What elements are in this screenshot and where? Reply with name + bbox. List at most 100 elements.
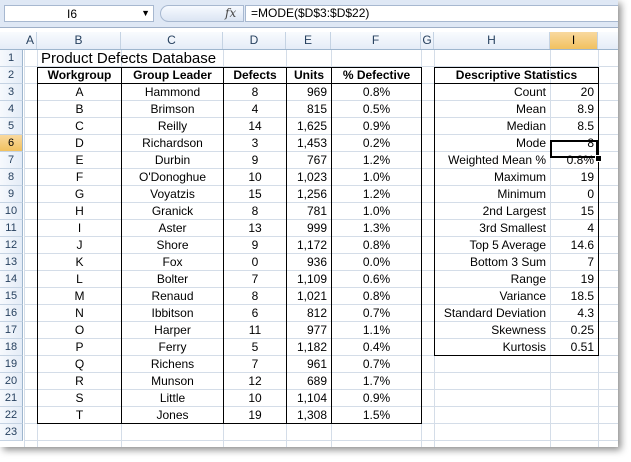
stat-label[interactable]: 2nd Largest xyxy=(435,203,550,220)
table-cell[interactable]: M xyxy=(38,288,121,305)
column-header-f[interactable]: F xyxy=(331,32,421,49)
row-header-23[interactable]: 23 xyxy=(0,424,23,441)
table-cell[interactable]: H xyxy=(38,203,121,220)
row-header-1[interactable]: 1 xyxy=(0,50,23,67)
table-cell[interactable]: 6 xyxy=(224,305,286,322)
table-cell[interactable]: 10 xyxy=(224,169,286,186)
table-cell[interactable]: 1,021 xyxy=(287,288,331,305)
table-cell[interactable]: Richens xyxy=(122,356,223,373)
row-header-12[interactable]: 12 xyxy=(0,237,23,254)
table-cell[interactable]: B xyxy=(38,101,121,118)
table-cell[interactable]: 14 xyxy=(224,118,286,135)
row-header-17[interactable]: 17 xyxy=(0,322,23,339)
stat-value[interactable]: 7 xyxy=(551,254,598,271)
row-header-9[interactable]: 9 xyxy=(0,186,23,203)
table-cell[interactable]: P xyxy=(38,339,121,356)
stat-label[interactable]: Bottom 3 Sum xyxy=(435,254,550,271)
formula-input[interactable]: =MODE($D$3:$D$22) xyxy=(245,5,618,22)
table-cell[interactable]: 1,109 xyxy=(287,271,331,288)
stat-value[interactable]: 14.6 xyxy=(551,237,598,254)
table-cell[interactable]: L xyxy=(38,271,121,288)
table-cell[interactable]: 0.0% xyxy=(332,254,421,271)
stat-value[interactable]: 4.3 xyxy=(551,305,598,322)
table-cell[interactable]: 936 xyxy=(287,254,331,271)
table-cell[interactable]: 0.8% xyxy=(332,237,421,254)
table-cell[interactable]: 767 xyxy=(287,152,331,169)
table-cell[interactable]: 7 xyxy=(224,271,286,288)
table-cell[interactable]: O xyxy=(38,322,121,339)
table-cell[interactable]: Harper xyxy=(122,322,223,339)
stat-label[interactable]: Kurtosis xyxy=(435,339,550,356)
row-header-18[interactable]: 18 xyxy=(0,339,23,356)
table-cell[interactable]: Reilly xyxy=(122,118,223,135)
table-cell[interactable]: 8 xyxy=(224,203,286,220)
stat-label[interactable]: Maximum xyxy=(435,169,550,186)
table-cell[interactable]: 1.1% xyxy=(332,322,421,339)
stat-label[interactable]: Variance xyxy=(435,288,550,305)
table-cell[interactable]: 0.8% xyxy=(332,288,421,305)
column-header-i[interactable]: I xyxy=(550,32,598,49)
stat-value[interactable]: 0.51 xyxy=(551,339,598,356)
table-cell[interactable]: 977 xyxy=(287,322,331,339)
table-cell[interactable]: 0 xyxy=(224,254,286,271)
table-cell[interactable]: 19 xyxy=(224,407,286,424)
table-cell[interactable]: 969 xyxy=(287,84,331,101)
stat-label[interactable]: Weighted Mean % xyxy=(435,152,550,169)
stat-label[interactable]: Top 5 Average xyxy=(435,237,550,254)
table-cell[interactable]: 0.7% xyxy=(332,305,421,322)
table-cell[interactable]: 1,023 xyxy=(287,169,331,186)
table-cell[interactable]: 1.2% xyxy=(332,186,421,203)
table-cell[interactable]: 689 xyxy=(287,373,331,390)
fx-icon[interactable]: fx xyxy=(225,6,236,20)
column-header-b[interactable]: B xyxy=(37,32,121,49)
fill-handle[interactable] xyxy=(595,155,602,162)
stat-value[interactable]: 0 xyxy=(551,186,598,203)
table-cell[interactable]: 1,453 xyxy=(287,135,331,152)
table-cell[interactable]: 1,104 xyxy=(287,390,331,407)
table-cell[interactable]: Aster xyxy=(122,220,223,237)
table-cell[interactable]: 0.9% xyxy=(332,390,421,407)
column-label-3[interactable]: Units xyxy=(287,67,331,84)
stat-label[interactable]: Mode xyxy=(435,135,550,152)
stat-value[interactable]: 19 xyxy=(551,271,598,288)
row-header-11[interactable]: 11 xyxy=(0,220,23,237)
stat-label[interactable]: Mean xyxy=(435,101,550,118)
row-header-7[interactable]: 7 xyxy=(0,152,23,169)
column-header-c[interactable]: C xyxy=(121,32,223,49)
table-cell[interactable]: K xyxy=(38,254,121,271)
table-cell[interactable]: Shore xyxy=(122,237,223,254)
table-cell[interactable]: Little xyxy=(122,390,223,407)
table-cell[interactable]: 1,625 xyxy=(287,118,331,135)
table-cell[interactable]: 3 xyxy=(224,135,286,152)
table-cell[interactable]: 961 xyxy=(287,356,331,373)
column-header-e[interactable]: E xyxy=(286,32,331,49)
table-cell[interactable]: R xyxy=(38,373,121,390)
table-cell[interactable]: 1,308 xyxy=(287,407,331,424)
stat-label[interactable]: Count xyxy=(435,84,550,101)
table-cell[interactable]: O'Donoghue xyxy=(122,169,223,186)
table-cell[interactable]: 0.9% xyxy=(332,118,421,135)
table-cell[interactable]: F xyxy=(38,169,121,186)
column-header-d[interactable]: D xyxy=(223,32,286,49)
table-cell[interactable]: 15 xyxy=(224,186,286,203)
table-cell[interactable]: T xyxy=(38,407,121,424)
table-cell[interactable]: 0.7% xyxy=(332,356,421,373)
table-cell[interactable]: 1.3% xyxy=(332,220,421,237)
table-cell[interactable]: 9 xyxy=(224,152,286,169)
column-label-1[interactable]: Group Leader xyxy=(122,67,223,84)
table-cell[interactable]: E xyxy=(38,152,121,169)
name-box[interactable]: I6 ▼ xyxy=(4,5,154,22)
column-header-g[interactable]: G xyxy=(421,32,434,49)
column-label-4[interactable]: % Defective xyxy=(332,67,421,84)
sheet-title[interactable]: Product Defects Database xyxy=(38,50,331,67)
table-cell[interactable]: Richardson xyxy=(122,135,223,152)
table-cell[interactable]: J xyxy=(38,237,121,254)
stat-value[interactable]: 0.25 xyxy=(551,322,598,339)
table-cell[interactable]: Jones xyxy=(122,407,223,424)
table-cell[interactable]: 1.5% xyxy=(332,407,421,424)
table-cell[interactable]: 0.2% xyxy=(332,135,421,152)
row-header-6[interactable]: 6 xyxy=(0,135,23,152)
table-cell[interactable]: 11 xyxy=(224,322,286,339)
stat-label[interactable]: Range xyxy=(435,271,550,288)
column-header-a[interactable]: A xyxy=(24,32,37,49)
